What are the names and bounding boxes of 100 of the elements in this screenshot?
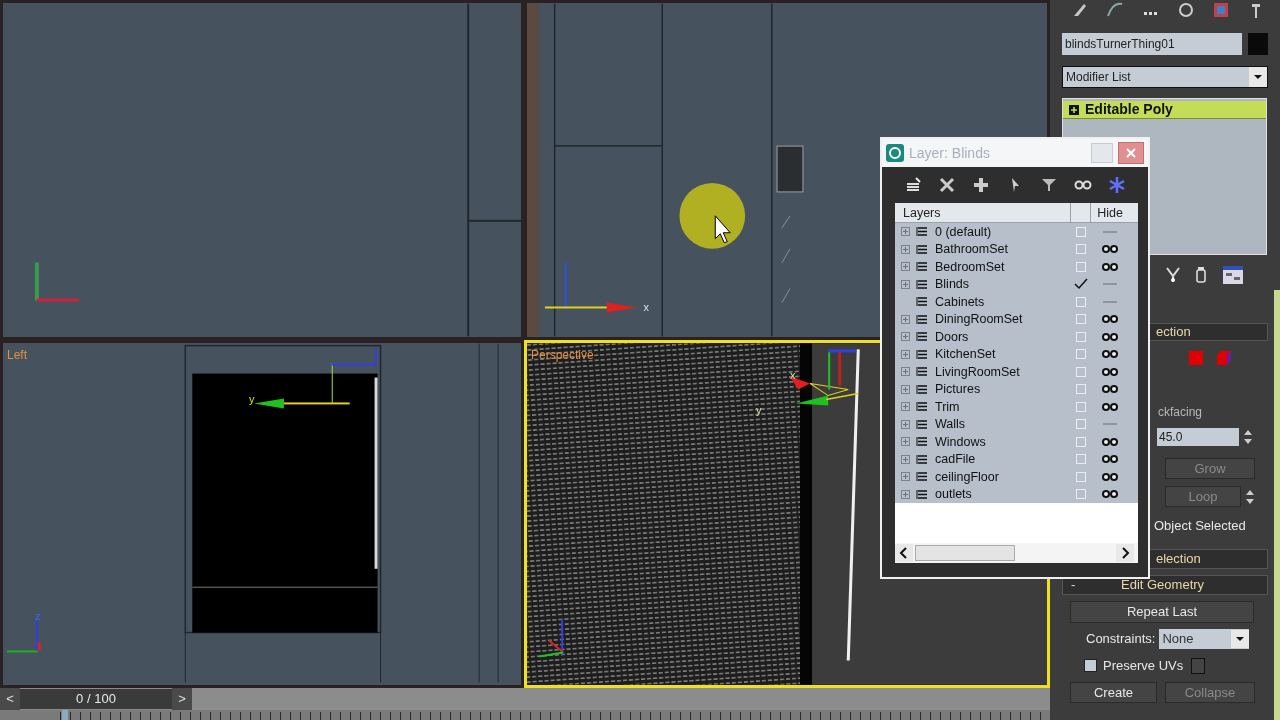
angle-field[interactable]: 45.0 [1157,428,1239,446]
funnel-icon[interactable] [1040,176,1058,194]
scroll-left-icon[interactable] [895,544,913,562]
layer-name[interactable]: Windows [935,435,986,448]
current-layer-checkbox[interactable] [1076,244,1086,255]
glasses-icon[interactable] [1101,331,1119,342]
glasses-icon[interactable] [1101,349,1119,360]
layer-stack-icon [916,435,929,449]
layer-stack-icon [916,242,929,256]
create-button[interactable]: Create [1070,681,1157,703]
cursor-icon [714,215,731,244]
app-logo-icon [886,144,904,162]
glasses-icon[interactable] [1101,454,1119,465]
current-layer-checkbox[interactable] [1076,454,1086,465]
viewport[interactable] [0,0,524,340]
scroll-thumb[interactable] [915,545,1015,561]
layer-name[interactable]: 0 (default) [935,225,992,238]
dialog-title: Layer: Blinds [909,143,991,163]
layer-name[interactable]: Blinds [935,278,970,291]
layer-name[interactable]: Cabinets [935,295,985,308]
layer-name[interactable]: KitchenSet [935,348,996,361]
scroll-right-icon[interactable] [1116,544,1134,562]
glasses-icon[interactable] [1101,436,1119,447]
horizontal-scrollbar[interactable] [895,543,1138,563]
ignore-backfacing-label: ckfacing [1158,404,1203,420]
layer-name[interactable]: DiningRoomSet [935,313,1023,326]
layer-name[interactable]: Pictures [935,383,981,396]
layer-stack-icon [916,295,929,309]
current-layer-checkbox[interactable] [1076,261,1086,272]
repeat-last-button[interactable]: Repeat Last [1070,601,1254,623]
layer-stack-icon [916,382,929,396]
current-layer-checkbox[interactable] [1076,314,1086,325]
modifier-stack-item[interactable]: Editable Poly [1063,101,1266,119]
spinner-arrows-icon[interactable] [1243,428,1253,446]
viewport-label[interactable]: Perspective [531,349,594,361]
object-name-field[interactable]: blindsTurnerThing01 [1062,33,1242,55]
current-layer-checkmark[interactable] [1074,278,1088,291]
glasses-icon[interactable] [1101,489,1119,500]
modifier-list-dropdown[interactable]: Modifier List [1062,66,1268,88]
current-layer-checkbox[interactable] [1076,471,1086,482]
layer-name[interactable]: ceilingFloor [935,470,999,483]
jar-icon[interactable] [1194,266,1208,284]
layer-list[interactable]: Layers Hide 0 (default) BathroomSet BedroomSet Blinds Cabinets DiningRoomSet Doors KitchenSet LivingRoomSet Pictures Trim Walls Windows cadFile ceilingFloor outlets [895,203,1138,543]
scrollbar[interactable] [1274,290,1280,720]
funnel-icon[interactable] [1166,267,1180,283]
layer-name[interactable]: LivingRoomSet [935,365,1020,378]
axis-tripod [7,620,41,653]
current-layer-checkbox[interactable] [1076,296,1086,307]
settings-button[interactable] [1191,657,1206,674]
layer-name[interactable]: BathroomSet [935,243,1008,256]
layer-name[interactable]: outlets [935,488,972,501]
constraints-dropdown[interactable]: None [1159,629,1250,649]
current-layer-checkbox[interactable] [1076,331,1086,342]
collapse-sign[interactable]: - [1063,575,1103,595]
glasses-icon[interactable] [1101,384,1119,395]
current-layer-checkbox[interactable] [1076,384,1086,395]
axis-label: x [643,301,649,314]
border-mode-icon[interactable] [1188,350,1204,366]
layer-name[interactable]: Walls [935,418,966,431]
axis-label: y [755,403,762,416]
column-header[interactable]: Layers [895,203,1071,222]
current-layer-checkbox[interactable] [1076,489,1086,500]
column-header[interactable]: Hide [1091,203,1129,222]
glasses-icon[interactable] [1101,471,1119,482]
glasses-icon[interactable] [1101,261,1119,272]
frame-counter[interactable]: 0 / 100 [20,689,172,709]
configure-sets-icon[interactable] [1222,265,1244,285]
glasses-icon[interactable] [1101,244,1119,255]
axis-tripod [538,619,564,658]
layer-name[interactable]: Trim [935,400,960,413]
delete-icon[interactable] [938,176,956,194]
plus-icon[interactable] [972,176,990,194]
glasses-icon[interactable] [1101,366,1119,377]
layer-name[interactable]: Doors [935,330,969,343]
current-layer-checkbox[interactable] [1076,226,1086,237]
layer-stack-icon [916,487,929,501]
create-layer-icon[interactable] [904,176,922,194]
preserve-uvs-label[interactable]: Preserve UVs [1103,656,1184,676]
element-mode-icon[interactable] [1216,350,1232,366]
current-layer-checkbox[interactable] [1076,401,1086,412]
rollout-title[interactable]: Edit Geometry [1121,575,1205,595]
viewport[interactable]: y z Left [0,340,524,688]
layer-stack-icon [916,347,929,361]
previous-frame-button[interactable]: < [0,688,20,710]
axis-tripod [34,262,79,302]
snowflake-icon[interactable] [1108,176,1126,194]
current-layer-checkbox[interactable] [1076,366,1086,377]
current-layer-checkbox[interactable] [1076,349,1086,360]
next-frame-button[interactable]: > [172,688,192,710]
close-button[interactable] [1118,142,1144,164]
glasses-icon[interactable] [1101,401,1119,412]
object-color-swatch[interactable] [1248,33,1268,55]
current-layer-checkbox[interactable] [1076,419,1086,430]
timeline-track[interactable] [0,710,1050,720]
layer-stack-icon [916,277,929,291]
current-layer-checkbox[interactable] [1076,436,1086,447]
layer-name[interactable]: BedroomSet [935,260,1005,273]
preserve-uvs-checkbox[interactable] [1084,659,1097,673]
glasses-icon[interactable] [1101,314,1119,325]
layer-name[interactable]: cadFile [935,453,976,466]
